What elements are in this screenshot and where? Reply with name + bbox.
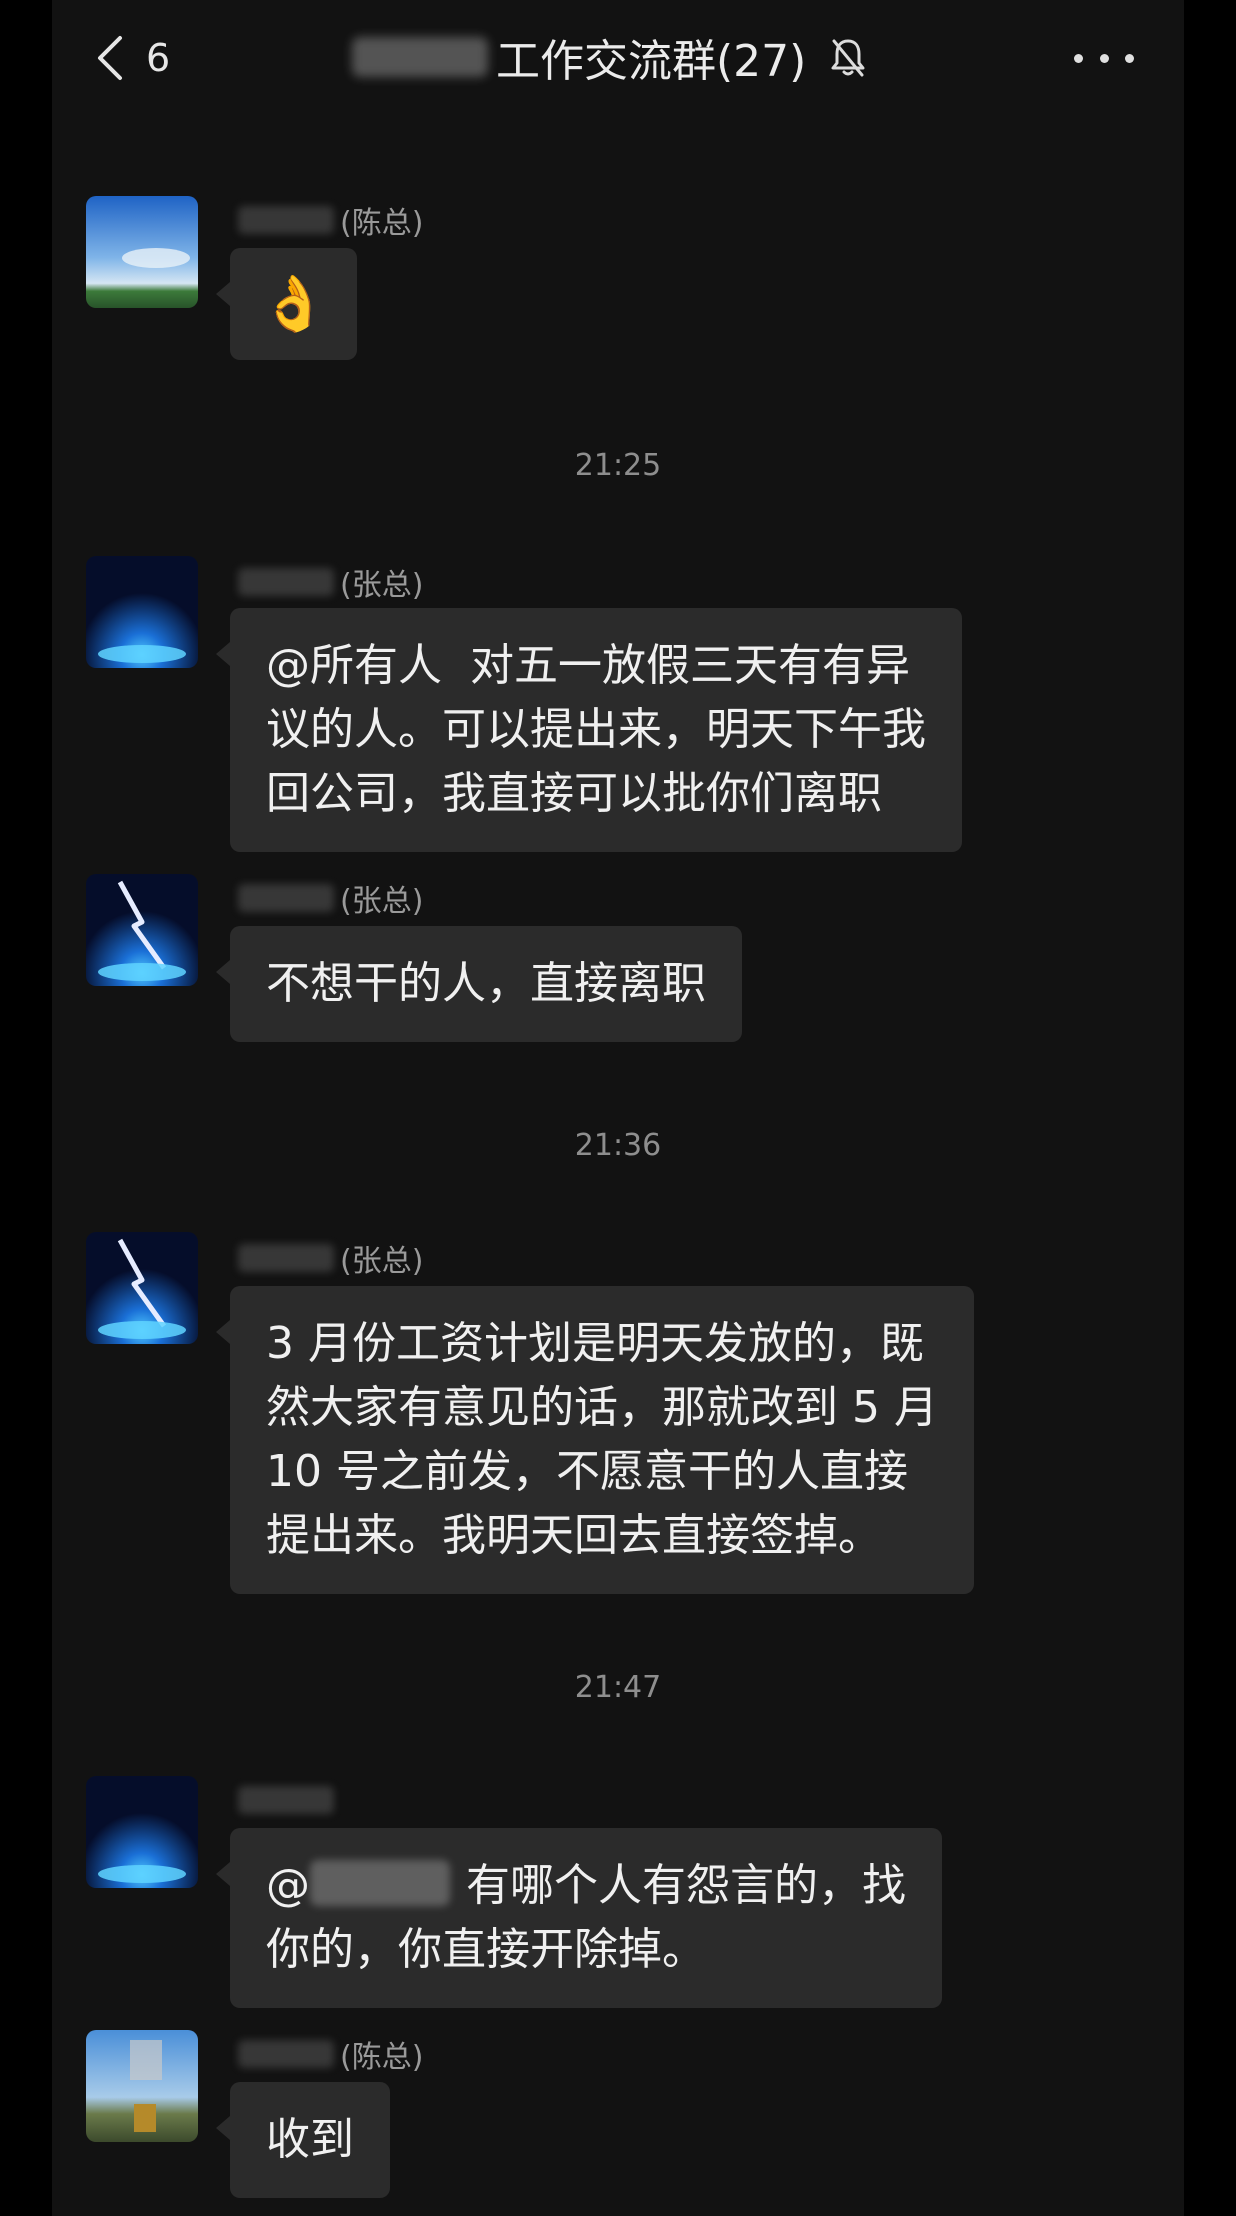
blurred-name xyxy=(238,568,334,596)
avatar[interactable] xyxy=(86,874,198,986)
sender-name: (陈总) xyxy=(238,2032,423,2076)
more-dot xyxy=(1074,53,1083,63)
chat-title: 工作交流群(27) xyxy=(496,36,807,87)
avatar[interactable] xyxy=(86,2030,198,2142)
blurred-name xyxy=(238,206,334,234)
avatar-sky-image xyxy=(86,196,198,308)
sender-role: (张总) xyxy=(340,884,424,919)
more-dot xyxy=(1099,53,1109,63)
timestamp: 21:47 xyxy=(574,1670,662,1705)
sender-name: (陈总) xyxy=(238,198,423,242)
message-bubble[interactable]: 3 月份工资计划是明天发放的，既 然大家有意见的话，那就改到 5 月 10 号之… xyxy=(216,1286,974,1594)
chevron-left-icon xyxy=(98,36,122,80)
mention-symbol: @ xyxy=(266,1860,310,1911)
chat-title-area[interactable]: 工作交流群(27) xyxy=(352,24,868,90)
blurred-name xyxy=(238,884,334,912)
blurred-group-name xyxy=(352,37,488,77)
sender-role: (张总) xyxy=(340,568,424,603)
message-bubble[interactable]: @所有人 对五一放假三天有有异 议的人。可以提出来，明天下午我 回公司，我直接可… xyxy=(216,608,962,852)
message-bubble[interactable]: 收到 xyxy=(216,2082,390,2198)
unread-count: 6 xyxy=(146,36,171,80)
sender-role: (陈总) xyxy=(340,2040,424,2075)
timestamp: 21:36 xyxy=(574,1128,662,1163)
blurred-name xyxy=(238,1244,334,1272)
message-bubble[interactable]: 👌 xyxy=(215,248,358,360)
chat-screen: 6 工作交流群(27) (陈总) 👌 21:25 (张总) @所有人 对五一放假… xyxy=(52,0,1184,2216)
more-options-button[interactable] xyxy=(1074,38,1134,78)
avatar[interactable] xyxy=(86,1776,198,1888)
avatar[interactable] xyxy=(86,1232,198,1344)
blurred-name xyxy=(238,2040,334,2068)
sender-role: (张总) xyxy=(340,1244,424,1279)
blurred-name xyxy=(238,1786,334,1814)
avatar-lightning-image xyxy=(86,874,198,986)
bell-off-icon xyxy=(831,39,865,77)
message-bubble[interactable]: 不想干的人，直接离职 xyxy=(216,926,742,1042)
message-bubble[interactable]: @ 有哪个人有怨言的，找 你的，你直接开除掉。 xyxy=(216,1828,942,2008)
avatar[interactable] xyxy=(86,196,198,308)
avatar-lightning-image xyxy=(86,1232,198,1344)
sender-role: (陈总) xyxy=(340,206,424,241)
timestamp: 21:25 xyxy=(574,448,662,483)
sender-name: (张总) xyxy=(238,560,423,604)
sender-name xyxy=(238,1778,340,1822)
avatar[interactable] xyxy=(86,556,198,668)
back-button[interactable]: 6 xyxy=(92,26,212,90)
avatar-landscape-image xyxy=(86,2030,198,2142)
sender-name: (张总) xyxy=(238,876,423,920)
chat-header: 6 工作交流群(27) xyxy=(52,0,1184,120)
avatar-portal-image xyxy=(86,556,198,668)
avatar-portal-image xyxy=(86,1776,198,1888)
sender-name: (张总) xyxy=(238,1236,423,1280)
more-dot xyxy=(1125,53,1134,63)
blurred-mention-name xyxy=(310,1860,450,1906)
